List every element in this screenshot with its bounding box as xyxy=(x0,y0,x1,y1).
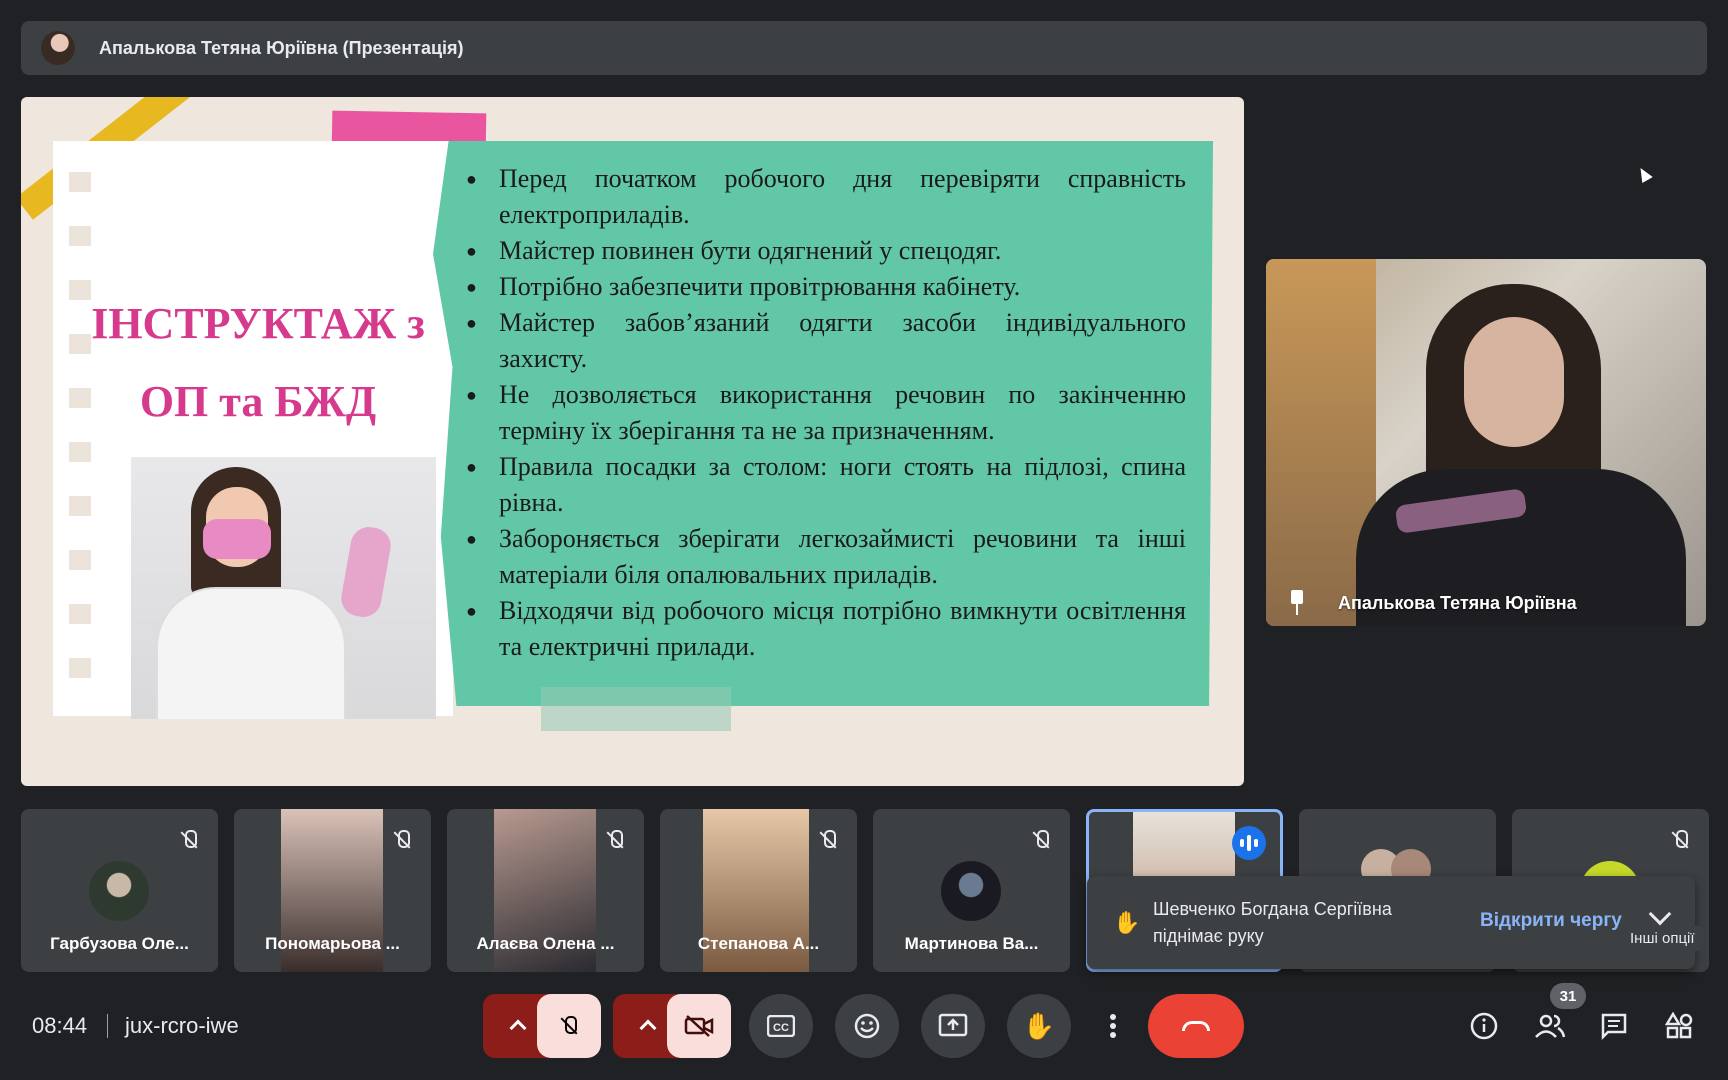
slide-title-line2: ОП та БЖД xyxy=(139,377,377,426)
pinned-name: Апалькова Тетяна Юріївна xyxy=(1338,592,1577,613)
avatar xyxy=(941,861,1001,921)
participant-tile[interactable]: Алаєва Олена ... xyxy=(447,809,644,972)
participant-name: Степанова А... xyxy=(697,934,820,953)
presentation-bar: Апалькова Тетяна Юріївна (Презентація) xyxy=(21,21,1707,75)
captions-button[interactable]: CC xyxy=(749,994,813,1058)
hand-icon: ✋ xyxy=(1113,910,1141,935)
camera-toggle-button[interactable] xyxy=(667,994,731,1058)
slide-title-line1: ІНСТРУКТАЖ з xyxy=(91,299,425,348)
emoji-icon xyxy=(854,1013,880,1039)
camera-off-icon xyxy=(684,1015,714,1037)
mic-off-icon xyxy=(1028,827,1054,853)
microphone-toggle-button[interactable] xyxy=(537,994,601,1058)
present-screen-button[interactable] xyxy=(921,994,985,1058)
people-icon xyxy=(1535,1014,1566,1038)
pinned-label: Апалькова Тетяна Юріївна xyxy=(1278,590,1577,616)
meeting-time: 08:44 xyxy=(32,1013,88,1038)
more-vert-icon xyxy=(1110,1014,1116,1038)
raise-hand-button[interactable]: ✋ xyxy=(1007,994,1071,1058)
participant-name: Алаєва Олена ... xyxy=(476,934,615,953)
pin-icon[interactable] xyxy=(1286,590,1308,616)
notification-message: Шевченко Богдана Сергіївна піднімає руку xyxy=(1153,899,1392,946)
presentation-title: Апалькова Тетяна Юріївна (Презентація) xyxy=(99,37,464,58)
participant-tile[interactable]: Пономарьова ... xyxy=(234,809,431,972)
leave-call-button[interactable] xyxy=(1148,994,1244,1058)
chat-button[interactable] xyxy=(1594,1006,1634,1046)
participant-name: Мартинова Ва... xyxy=(904,934,1039,953)
mic-off-icon xyxy=(1667,827,1693,853)
chevron-down-icon[interactable] xyxy=(1648,902,1672,926)
more-options-button[interactable] xyxy=(1093,994,1133,1058)
presenter-avatar xyxy=(41,31,75,65)
participant-tile[interactable]: Мартинова Ва... xyxy=(873,809,1070,972)
people-button[interactable] xyxy=(1530,1006,1570,1046)
meeting-details-button[interactable] xyxy=(1464,1006,1504,1046)
slide-bullet: Майстер повинен бути одягнений у спецодя… xyxy=(466,233,1186,269)
mouse-cursor-icon xyxy=(1635,164,1653,184)
more-options-tooltip: Інші опції xyxy=(1622,926,1703,951)
chat-icon xyxy=(1601,1013,1627,1040)
activities-button[interactable] xyxy=(1659,1006,1699,1046)
activities-icon xyxy=(1665,1012,1693,1039)
green-tape-decoration xyxy=(541,687,731,731)
svg-text:CC: CC xyxy=(773,1022,789,1034)
captions-icon: CC xyxy=(767,1015,795,1037)
pinned-participant-tile[interactable]: Апалькова Тетяна Юріївна xyxy=(1266,259,1706,626)
info-icon xyxy=(1470,1012,1498,1040)
mic-off-icon xyxy=(556,1013,582,1039)
slide-bullet: Потрібно забезпечити провітрювання кабін… xyxy=(466,269,1186,305)
raised-hand-notification: ✋ Шевченко Богдана Сергіївна піднімає ру… xyxy=(1087,876,1695,969)
participant-name: Пономарьова ... xyxy=(265,934,400,953)
shared-slide: ІНСТРУКТАЖ з ОП та БЖД Перед початком ро… xyxy=(21,97,1244,786)
meeting-code: jux-rcro-iwe xyxy=(125,1013,239,1038)
present-icon xyxy=(938,1013,968,1037)
slide-bullet: Правила посадки за столом: ноги стоять н… xyxy=(466,449,1186,521)
open-queue-button[interactable]: Відкрити чергу xyxy=(1480,910,1622,932)
participant-tile[interactable]: Гарбузова Оле... xyxy=(21,809,218,972)
slide-photo xyxy=(131,457,436,719)
hand-icon: ✋ xyxy=(1022,1010,1056,1041)
mic-off-icon xyxy=(176,827,202,853)
slide-bullet: Відходячи від робочого місця потрібно ви… xyxy=(466,593,1186,665)
slide-bullet: Майстер забов’язаний одягти засоби індив… xyxy=(466,305,1186,377)
mic-off-icon xyxy=(389,827,415,853)
participant-tile[interactable]: Степанова А... xyxy=(660,809,857,972)
slide-title: ІНСТРУКТАЖ з ОП та БЖД xyxy=(83,285,433,441)
hang-up-icon xyxy=(1182,1021,1210,1031)
divider xyxy=(107,1014,108,1038)
slide-bullet: Перед початком робочого дня перевіряти с… xyxy=(466,161,1186,233)
mic-off-icon xyxy=(602,827,628,853)
paper-holes xyxy=(69,172,93,712)
slide-bullet: Забороняється зберігати легкозаймисті ре… xyxy=(466,521,1186,593)
speaking-indicator-icon xyxy=(1232,826,1266,860)
mic-off-icon xyxy=(815,827,841,853)
slide-bullets: Перед початком робочого дня перевіряти с… xyxy=(466,161,1186,665)
slide-bullet: Не дозволяється використання речовин по … xyxy=(466,377,1186,449)
participant-name: Гарбузова Оле... xyxy=(50,934,189,953)
avatar xyxy=(89,861,149,921)
reactions-button[interactable] xyxy=(835,994,899,1058)
